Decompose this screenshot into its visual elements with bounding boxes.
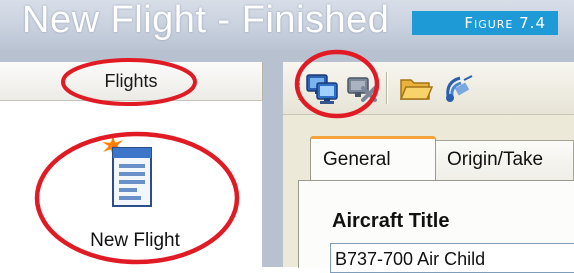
tab-strip: Origin/Take General: [298, 136, 574, 182]
aircraft-title-label: Aircraft Title: [332, 210, 449, 233]
flights-header-label: Flights: [104, 71, 158, 91]
tab-general[interactable]: General: [310, 136, 436, 180]
open-folder-icon: [398, 79, 434, 110]
disconnect-icon: [344, 77, 380, 110]
flights-panel-header[interactable]: Flights: [0, 62, 263, 101]
panel-splitter[interactable]: [263, 50, 283, 267]
network-computers-icon: [304, 74, 340, 110]
new-flight-button[interactable]: New Flight: [40, 130, 230, 260]
disconnect-button[interactable]: [344, 70, 380, 106]
toolbar-grip[interactable]: [297, 78, 301, 100]
new-flight-label: New Flight: [90, 230, 180, 251]
new-flight-icon: [99, 134, 157, 218]
window-title: New Flight - Finished: [22, 0, 390, 41]
aircraft-title-label-text: Aircraft Title: [332, 210, 450, 232]
satellite-button[interactable]: [440, 70, 476, 106]
network-computers-button[interactable]: [304, 70, 340, 106]
tab-origin-takeoff[interactable]: Origin/Take: [434, 140, 574, 180]
aircraft-title-input[interactable]: [330, 243, 574, 273]
satellite-icon: [440, 75, 476, 110]
figure-label: Figure 7.4: [412, 11, 558, 35]
open-folder-button[interactable]: [398, 70, 434, 106]
toolbar-separator: [386, 72, 388, 104]
